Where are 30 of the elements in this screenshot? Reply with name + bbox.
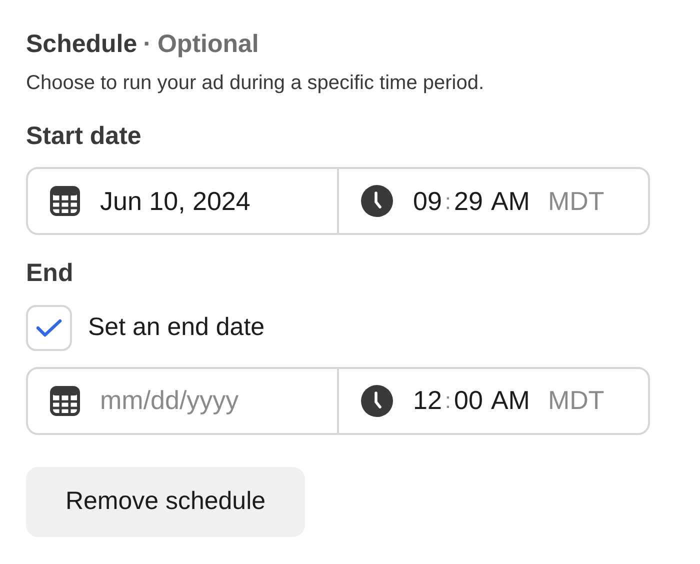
date-input[interactable]: Jun 10, 2024 — [100, 182, 340, 220]
section-description: Choose to run your ad during a specific time period. — [26, 70, 486, 96]
time-field[interactable]: 09:29 AM MDT — [339, 169, 648, 233]
time-zone: MDT — [548, 384, 604, 417]
calendar-icon — [50, 386, 80, 416]
time-separator: : — [444, 387, 452, 415]
calendar-icon — [50, 186, 80, 216]
checkbox-label[interactable]: Set an end date — [88, 308, 265, 346]
time-zone: MDT — [548, 184, 604, 218]
check-icon — [36, 318, 62, 338]
hour-value[interactable]: 09 — [413, 182, 442, 220]
checkbox[interactable] — [26, 304, 72, 350]
clock-icon — [361, 384, 393, 416]
time-separator: : — [444, 188, 452, 216]
period-value[interactable]: AM — [490, 381, 530, 420]
period-value[interactable]: AM — [490, 182, 530, 220]
hour-value[interactable]: 12 — [413, 381, 442, 420]
remove-schedule-button[interactable]: Remove schedule — [26, 466, 305, 536]
optional-label: Optional — [157, 29, 259, 60]
date-input[interactable]: mm/dd/yyyy — [100, 381, 340, 420]
time-field[interactable]: 12:00 AM MDT — [339, 368, 648, 432]
date-field[interactable]: Jun 10, 2024 — [28, 169, 339, 233]
start-date-label: Start date — [26, 120, 142, 152]
clock-icon — [361, 185, 393, 217]
date-field[interactable]: mm/dd/yyyy — [28, 368, 339, 432]
section-title: Schedule — [26, 29, 138, 60]
end-label: End — [26, 258, 74, 289]
minute-value[interactable]: 00 — [454, 381, 483, 420]
title-separator: · — [143, 29, 152, 60]
minute-value[interactable]: 29 — [454, 182, 483, 220]
